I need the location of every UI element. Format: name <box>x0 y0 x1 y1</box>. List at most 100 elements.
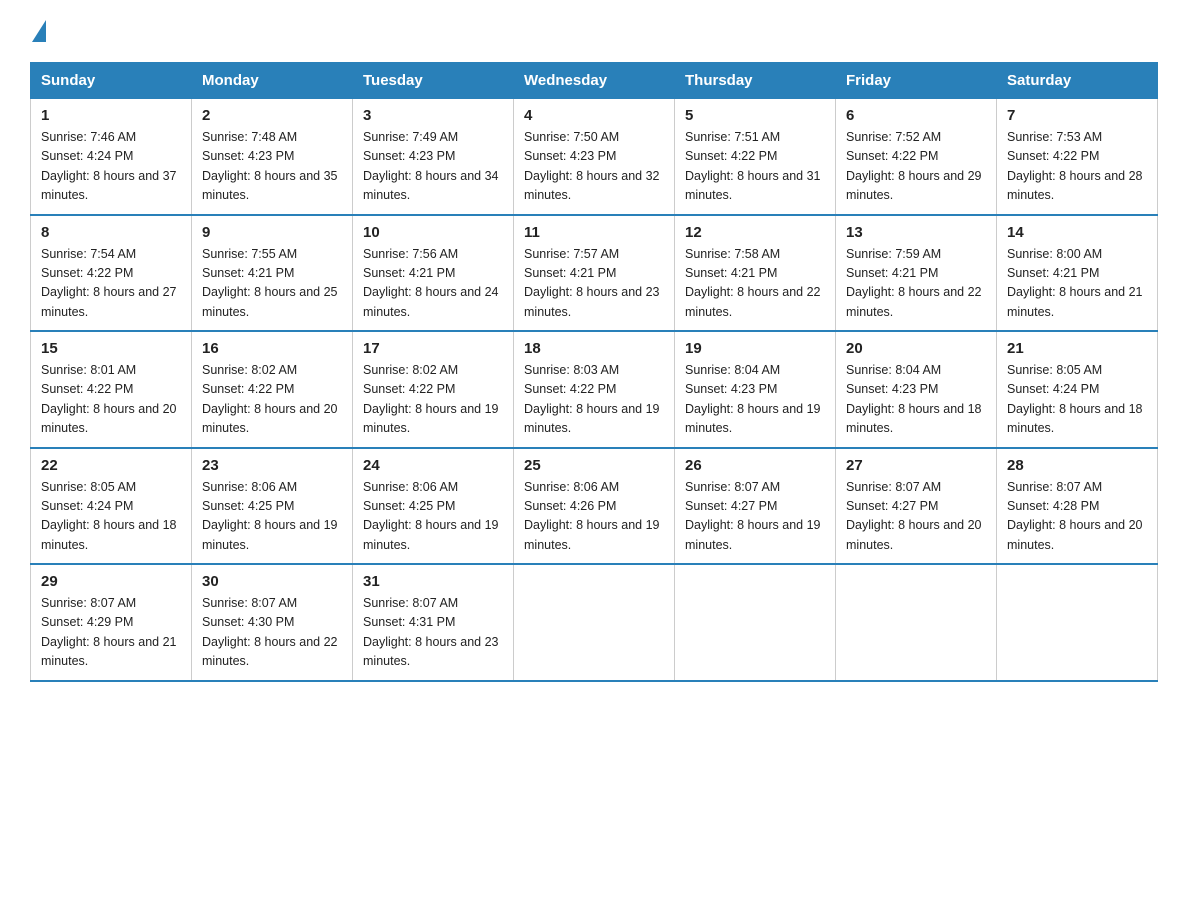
day-info: Sunrise: 7:48 AMSunset: 4:23 PMDaylight:… <box>202 128 342 206</box>
calendar-cell: 12 Sunrise: 7:58 AMSunset: 4:21 PMDayligh… <box>675 215 836 332</box>
day-info: Sunrise: 8:06 AMSunset: 4:26 PMDaylight:… <box>524 478 664 556</box>
day-info: Sunrise: 8:07 AMSunset: 4:28 PMDaylight:… <box>1007 478 1147 556</box>
calendar-cell: 24 Sunrise: 8:06 AMSunset: 4:25 PMDayligh… <box>353 448 514 565</box>
day-info: Sunrise: 7:50 AMSunset: 4:23 PMDaylight:… <box>524 128 664 206</box>
day-info: Sunrise: 7:54 AMSunset: 4:22 PMDaylight:… <box>41 245 181 323</box>
calendar-cell: 10 Sunrise: 7:56 AMSunset: 4:21 PMDayligh… <box>353 215 514 332</box>
col-header-sunday: Sunday <box>31 63 192 98</box>
logo-triangle-icon <box>32 20 46 42</box>
day-number: 16 <box>202 340 342 357</box>
col-header-tuesday: Tuesday <box>353 63 514 98</box>
day-number: 22 <box>41 457 181 474</box>
calendar-cell: 7 Sunrise: 7:53 AMSunset: 4:22 PMDaylight… <box>997 98 1158 215</box>
day-number: 8 <box>41 224 181 241</box>
col-header-saturday: Saturday <box>997 63 1158 98</box>
day-info: Sunrise: 7:52 AMSunset: 4:22 PMDaylight:… <box>846 128 986 206</box>
calendar-cell: 30 Sunrise: 8:07 AMSunset: 4:30 PMDayligh… <box>192 564 353 681</box>
calendar-cell: 28 Sunrise: 8:07 AMSunset: 4:28 PMDayligh… <box>997 448 1158 565</box>
day-info: Sunrise: 7:57 AMSunset: 4:21 PMDaylight:… <box>524 245 664 323</box>
day-number: 25 <box>524 457 664 474</box>
day-info: Sunrise: 8:07 AMSunset: 4:30 PMDaylight:… <box>202 594 342 672</box>
day-info: Sunrise: 8:06 AMSunset: 4:25 PMDaylight:… <box>202 478 342 556</box>
day-info: Sunrise: 7:49 AMSunset: 4:23 PMDaylight:… <box>363 128 503 206</box>
calendar-cell: 23 Sunrise: 8:06 AMSunset: 4:25 PMDayligh… <box>192 448 353 565</box>
day-number: 20 <box>846 340 986 357</box>
day-number: 28 <box>1007 457 1147 474</box>
calendar-cell: 3 Sunrise: 7:49 AMSunset: 4:23 PMDaylight… <box>353 98 514 215</box>
col-header-monday: Monday <box>192 63 353 98</box>
col-header-wednesday: Wednesday <box>514 63 675 98</box>
calendar-cell: 26 Sunrise: 8:07 AMSunset: 4:27 PMDayligh… <box>675 448 836 565</box>
calendar-cell: 21 Sunrise: 8:05 AMSunset: 4:24 PMDayligh… <box>997 331 1158 448</box>
day-info: Sunrise: 8:05 AMSunset: 4:24 PMDaylight:… <box>1007 361 1147 439</box>
calendar-cell: 2Sunrise: 7:48 AMSunset: 4:23 PMDaylight… <box>192 98 353 215</box>
day-info: Sunrise: 8:07 AMSunset: 4:31 PMDaylight:… <box>363 594 503 672</box>
day-number: 19 <box>685 340 825 357</box>
calendar-cell: 14 Sunrise: 8:00 AMSunset: 4:21 PMDayligh… <box>997 215 1158 332</box>
day-info: Sunrise: 7:46 AMSunset: 4:24 PMDaylight:… <box>41 128 181 206</box>
day-info: Sunrise: 8:01 AMSunset: 4:22 PMDaylight:… <box>41 361 181 439</box>
day-number: 18 <box>524 340 664 357</box>
day-number: 21 <box>1007 340 1147 357</box>
day-number: 31 <box>363 573 503 590</box>
day-info: Sunrise: 8:06 AMSunset: 4:25 PMDaylight:… <box>363 478 503 556</box>
day-number: 24 <box>363 457 503 474</box>
day-info: Sunrise: 8:02 AMSunset: 4:22 PMDaylight:… <box>202 361 342 439</box>
day-info: Sunrise: 8:00 AMSunset: 4:21 PMDaylight:… <box>1007 245 1147 323</box>
calendar-cell: 1 Sunrise: 7:46 AMSunset: 4:24 PMDaylight… <box>31 98 192 215</box>
day-number: 5 <box>685 107 825 124</box>
header-row: SundayMondayTuesdayWednesdayThursdayFrid… <box>31 63 1158 98</box>
day-info: Sunrise: 7:53 AMSunset: 4:22 PMDaylight:… <box>1007 128 1147 206</box>
calendar-cell: 31 Sunrise: 8:07 AMSunset: 4:31 PMDayligh… <box>353 564 514 681</box>
day-number: 23 <box>202 457 342 474</box>
day-info: Sunrise: 8:04 AMSunset: 4:23 PMDaylight:… <box>685 361 825 439</box>
calendar-cell: 19 Sunrise: 8:04 AMSunset: 4:23 PMDayligh… <box>675 331 836 448</box>
calendar-cell: 29Sunrise: 8:07 AMSunset: 4:29 PMDayligh… <box>31 564 192 681</box>
day-number: 1 <box>41 107 181 124</box>
day-info: Sunrise: 8:07 AMSunset: 4:27 PMDaylight:… <box>846 478 986 556</box>
day-info: Sunrise: 8:07 AMSunset: 4:29 PMDaylight:… <box>41 594 181 672</box>
col-header-thursday: Thursday <box>675 63 836 98</box>
calendar-cell: 22 Sunrise: 8:05 AMSunset: 4:24 PMDayligh… <box>31 448 192 565</box>
day-number: 10 <box>363 224 503 241</box>
calendar-cell: 17 Sunrise: 8:02 AMSunset: 4:22 PMDayligh… <box>353 331 514 448</box>
day-number: 26 <box>685 457 825 474</box>
day-number: 11 <box>524 224 664 241</box>
week-row-1: 1 Sunrise: 7:46 AMSunset: 4:24 PMDaylight… <box>31 98 1158 215</box>
calendar-cell <box>675 564 836 681</box>
calendar-cell: 9Sunrise: 7:55 AMSunset: 4:21 PMDaylight… <box>192 215 353 332</box>
day-info: Sunrise: 7:59 AMSunset: 4:21 PMDaylight:… <box>846 245 986 323</box>
calendar-cell: 6Sunrise: 7:52 AMSunset: 4:22 PMDaylight… <box>836 98 997 215</box>
calendar-cell: 18Sunrise: 8:03 AMSunset: 4:22 PMDayligh… <box>514 331 675 448</box>
logo <box>30 20 48 42</box>
day-info: Sunrise: 8:07 AMSunset: 4:27 PMDaylight:… <box>685 478 825 556</box>
day-info: Sunrise: 7:55 AMSunset: 4:21 PMDaylight:… <box>202 245 342 323</box>
day-number: 30 <box>202 573 342 590</box>
calendar-cell: 5 Sunrise: 7:51 AMSunset: 4:22 PMDaylight… <box>675 98 836 215</box>
day-info: Sunrise: 7:51 AMSunset: 4:22 PMDaylight:… <box>685 128 825 206</box>
calendar-cell: 16 Sunrise: 8:02 AMSunset: 4:22 PMDayligh… <box>192 331 353 448</box>
day-info: Sunrise: 8:05 AMSunset: 4:24 PMDaylight:… <box>41 478 181 556</box>
day-number: 3 <box>363 107 503 124</box>
day-info: Sunrise: 7:56 AMSunset: 4:21 PMDaylight:… <box>363 245 503 323</box>
calendar-cell: 25 Sunrise: 8:06 AMSunset: 4:26 PMDayligh… <box>514 448 675 565</box>
col-header-friday: Friday <box>836 63 997 98</box>
day-number: 7 <box>1007 107 1147 124</box>
day-number: 12 <box>685 224 825 241</box>
calendar-cell: 27Sunrise: 8:07 AMSunset: 4:27 PMDayligh… <box>836 448 997 565</box>
calendar-cell: 8 Sunrise: 7:54 AMSunset: 4:22 PMDaylight… <box>31 215 192 332</box>
day-number: 4 <box>524 107 664 124</box>
day-number: 15 <box>41 340 181 357</box>
week-row-3: 15 Sunrise: 8:01 AMSunset: 4:22 PMDayligh… <box>31 331 1158 448</box>
day-info: Sunrise: 7:58 AMSunset: 4:21 PMDaylight:… <box>685 245 825 323</box>
day-number: 17 <box>363 340 503 357</box>
calendar-cell <box>514 564 675 681</box>
week-row-5: 29Sunrise: 8:07 AMSunset: 4:29 PMDayligh… <box>31 564 1158 681</box>
calendar-cell: 11 Sunrise: 7:57 AMSunset: 4:21 PMDayligh… <box>514 215 675 332</box>
day-number: 13 <box>846 224 986 241</box>
calendar-cell <box>997 564 1158 681</box>
calendar-table: SundayMondayTuesdayWednesdayThursdayFrid… <box>30 62 1158 682</box>
day-number: 14 <box>1007 224 1147 241</box>
week-row-2: 8 Sunrise: 7:54 AMSunset: 4:22 PMDaylight… <box>31 215 1158 332</box>
day-info: Sunrise: 8:02 AMSunset: 4:22 PMDaylight:… <box>363 361 503 439</box>
